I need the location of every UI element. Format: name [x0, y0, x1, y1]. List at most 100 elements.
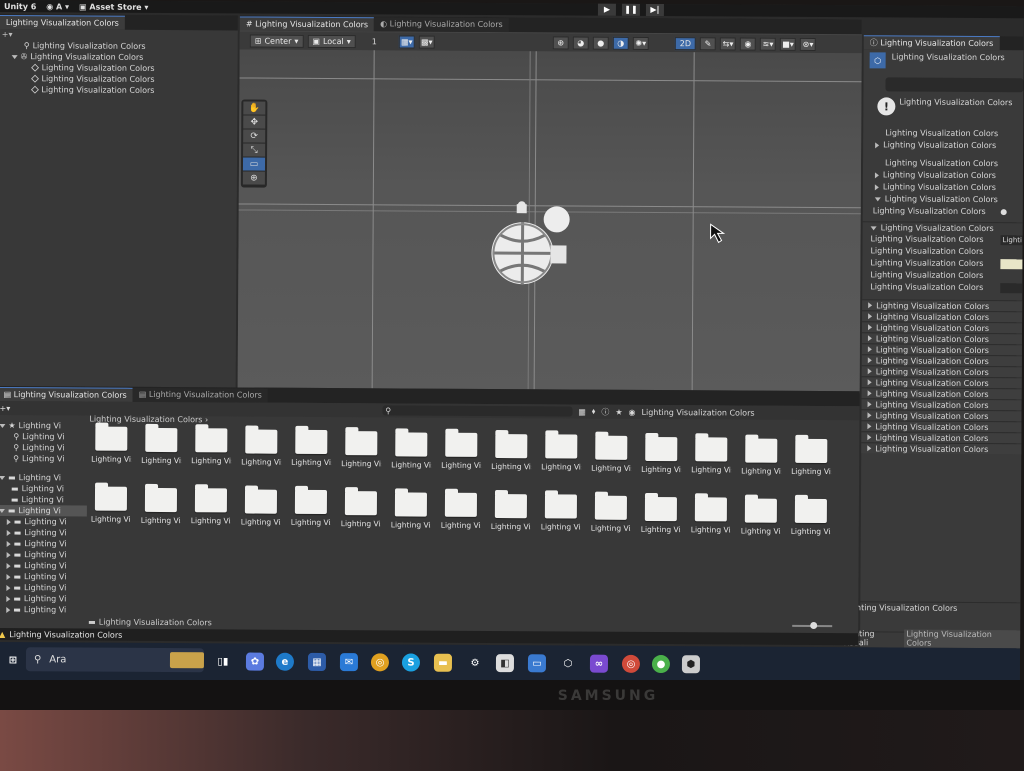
account-menu[interactable]: ◉ A ▾: [46, 2, 69, 11]
expand-arrow-icon[interactable]: [867, 401, 872, 408]
file-explorer-icon[interactable]: ▬: [433, 653, 453, 672]
expand-arrow-icon[interactable]: [6, 518, 11, 525]
slider-handle[interactable]: [1000, 209, 1007, 216]
warning-filter-icon[interactable]: ⓘ: [601, 406, 609, 417]
inspector-property[interactable]: Lighting Visualization Colors: [862, 281, 1023, 294]
expand-arrow-icon[interactable]: [867, 445, 872, 452]
expand-arrow-icon[interactable]: [868, 313, 873, 320]
tree-item[interactable]: ▬ Lighting Vi: [0, 604, 86, 616]
project-tab[interactable]: ▤ Lighting Visualization Colors: [0, 386, 133, 402]
expand-arrow-icon[interactable]: [6, 540, 11, 547]
space-dropdown[interactable]: ▣ Local ▾: [307, 34, 356, 48]
folder-item[interactable]: Lighting Vis: [491, 493, 531, 540]
inspector-section[interactable]: Lighting Visualization Colors: [861, 321, 1023, 334]
edge-icon[interactable]: e: [275, 652, 295, 671]
folder-item[interactable]: Lighting Vis: [91, 486, 131, 533]
expand-arrow-icon[interactable]: [6, 606, 11, 613]
expand-arrow-icon[interactable]: [0, 508, 5, 513]
tree-item[interactable]: ▬ Lighting Vi: [0, 472, 87, 484]
transform-tool-icon[interactable]: ⊕: [242, 171, 265, 185]
inspector-tab[interactable]: ⓘ Lighting Visualization Colors: [863, 35, 1000, 51]
visibility-filter-icon[interactable]: ◉: [629, 407, 636, 416]
asset-store-button[interactable]: ▣ Asset Store ▾: [79, 2, 148, 11]
unity-hub-icon[interactable]: ⬡: [559, 654, 577, 672]
inspector-section[interactable]: Lighting Visualization Colors: [861, 354, 1022, 367]
property-value-field[interactable]: Lighti: [1000, 235, 1023, 246]
shaded-mode-icon[interactable]: ◕: [572, 36, 589, 50]
inspector-section[interactable]: Lighting Visualization Colors: [862, 299, 1023, 312]
folder-item[interactable]: Lighting Vis: [741, 498, 781, 544]
lighting-toggle-icon[interactable]: ✎: [700, 36, 717, 50]
inspector-property[interactable]: Lighting Visualization Colors: [863, 157, 1023, 170]
inspector-section[interactable]: Lighting Visualization Colors: [861, 376, 1022, 389]
layers-icon[interactable]: ≋▾: [760, 37, 777, 51]
expand-arrow-icon[interactable]: [6, 595, 11, 602]
expand-arrow-icon[interactable]: [0, 423, 6, 428]
expand-arrow-icon[interactable]: [867, 357, 872, 364]
create-dropdown-icon[interactable]: +▾: [0, 404, 10, 413]
inspector-section[interactable]: Lighting Visualization Colors: [861, 332, 1022, 345]
folder-item[interactable]: Lighting Vis: [691, 437, 731, 483]
expand-arrow-icon[interactable]: [868, 302, 873, 309]
inspector-property[interactable]: Lighting Visualization Colors Lighti: [863, 233, 1023, 246]
inspector-property[interactable]: Lighting Visualization Colors: [863, 127, 1023, 140]
expand-arrow-icon[interactable]: [874, 172, 879, 179]
draw-mode-icon[interactable]: ✺▾: [632, 36, 649, 50]
scale-tool-icon[interactable]: ⤡: [243, 143, 266, 157]
settings-icon[interactable]: ⚙: [466, 654, 484, 672]
favorites-item[interactable]: ★ Lighting Vi: [0, 420, 87, 432]
tree-item[interactable]: ▬ Lighting Vi: [0, 494, 87, 506]
inspector-section[interactable]: Lighting Visualization Colors: [862, 221, 1023, 235]
zoom-slider-handle[interactable]: [810, 621, 818, 630]
inspector-section[interactable]: Lighting Visualization Colors: [861, 442, 1022, 455]
status-text[interactable]: Lighting Visualization Colors: [9, 630, 122, 640]
inspector-property[interactable]: Lighting Visualization Colors: [863, 139, 1023, 152]
folder-item[interactable]: Lighting Vis: [591, 495, 631, 542]
rotate-tool-icon[interactable]: ⟳: [243, 129, 266, 143]
expand-arrow-icon[interactable]: [867, 324, 873, 331]
expand-arrow-icon[interactable]: [874, 197, 881, 202]
inspector-section[interactable]: Lighting Visualization Colors: [861, 343, 1022, 356]
expand-arrow-icon[interactable]: [867, 346, 872, 353]
scene-tab[interactable]: # Lighting Visualization Colors: [239, 16, 375, 32]
inspector-property[interactable]: Lighting Visualization Colors: [862, 245, 1022, 258]
step-icon[interactable]: ▶|: [645, 3, 664, 17]
play-icon[interactable]: ▶: [597, 3, 616, 16]
grid-snap-icon[interactable]: ▦▾: [398, 34, 415, 49]
tree-item[interactable]: ▬ Lighting Vi: [0, 582, 86, 594]
unlit-mode-icon[interactable]: ●: [592, 36, 609, 50]
folder-item[interactable]: Lighting Vis: [191, 488, 231, 534]
app-icon[interactable]: ◧: [495, 654, 515, 673]
folder-item[interactable]: Lighting Vis: [791, 439, 831, 485]
light-gizmo-icon[interactable]: [486, 199, 583, 290]
scene-viewport[interactable]: ✋ ✥ ⟳ ⤡ ▭ ⊕ ⬚ ▤ ▦ ◎ ✦ ⌕ ▣ ⇋: [237, 49, 862, 423]
lighting-mode-icon[interactable]: ◑: [612, 36, 629, 50]
expand-arrow-icon[interactable]: [867, 434, 872, 441]
folder-item[interactable]: Lighting Vis: [441, 432, 481, 479]
expand-arrow-icon[interactable]: [867, 379, 872, 386]
folder-item[interactable]: Lighting Vis: [741, 438, 781, 484]
expand-arrow-icon[interactable]: [6, 551, 11, 558]
folder-item[interactable]: Lighting Vis: [141, 487, 181, 533]
expand-arrow-icon[interactable]: [867, 412, 872, 419]
folder-item[interactable]: Lighting Vis: [391, 492, 431, 538]
expand-arrow-icon[interactable]: [874, 184, 879, 191]
expand-arrow-icon[interactable]: [867, 423, 872, 430]
folder-item[interactable]: Lighting Vis: [691, 497, 731, 543]
inspector-property[interactable]: Lighting Visualization Colors: [862, 257, 1023, 270]
tree-item[interactable]: ⚲ Lighting Vi: [0, 453, 87, 465]
windows-start-icon[interactable]: ⊞: [4, 651, 22, 669]
folder-item[interactable]: Lighting Vis: [141, 427, 181, 473]
toggle-2d-button[interactable]: 2D: [674, 36, 697, 50]
hierarchy-item[interactable]: Lighting Visualization Colors: [0, 84, 237, 96]
folder-item[interactable]: Lighting Vis: [641, 436, 681, 483]
tree-item[interactable]: ▬ Lighting Vi: [0, 560, 87, 572]
tree-item[interactable]: ▬ Lighting Vi: [0, 571, 87, 583]
inspector-property[interactable]: Lighting Visualization Colors: [862, 269, 1022, 282]
expand-arrow-icon[interactable]: [867, 335, 872, 342]
expand-arrow-icon[interactable]: [11, 54, 18, 59]
tree-item[interactable]: ▬ Lighting Vi: [0, 593, 86, 605]
favorite-icon[interactable]: ★: [615, 407, 622, 416]
tree-item[interactable]: ⚲ Lighting Vi: [0, 442, 87, 454]
expand-arrow-icon[interactable]: [6, 584, 11, 591]
